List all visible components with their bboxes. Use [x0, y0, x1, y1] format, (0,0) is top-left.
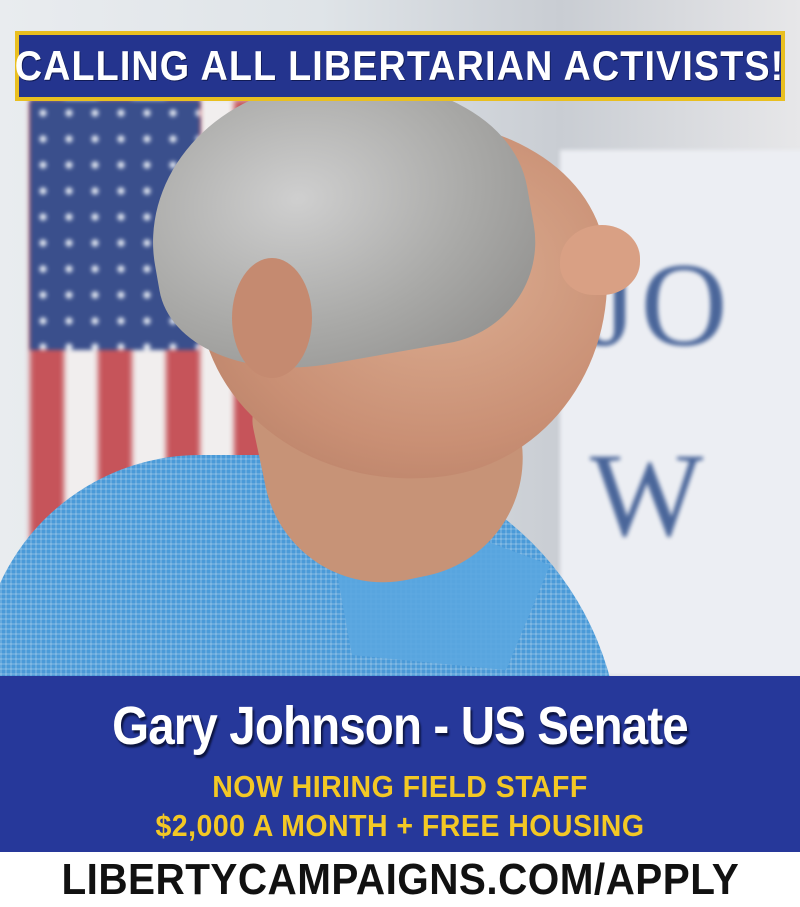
compensation-line: $2,000 A MONTH + FREE HOUSING: [155, 808, 645, 843]
info-panel: Gary Johnson - US Senate NOW HIRING FIEL…: [0, 676, 800, 852]
candidate-headline: Gary Johnson - US Senate: [112, 696, 689, 756]
candidate-ear: [232, 258, 312, 378]
apply-url-link[interactable]: LIBERTYCAMPAIGNS.COM/APPLY: [61, 855, 739, 905]
candidate-photo: JO W: [0, 0, 800, 676]
candidate-nose: [560, 225, 640, 295]
top-banner: CALLING ALL LIBERTARIAN ACTIVISTS!: [15, 31, 785, 101]
banner-heading: CALLING ALL LIBERTARIAN ACTIVISTS!: [15, 42, 785, 89]
recruitment-poster: JO W CALLING ALL LIBERTARIAN ACTIVISTS! …: [0, 0, 800, 907]
footer-bar: LIBERTYCAMPAIGNS.COM/APPLY: [0, 852, 800, 907]
hiring-line: NOW HIRING FIELD STAFF: [212, 769, 588, 804]
